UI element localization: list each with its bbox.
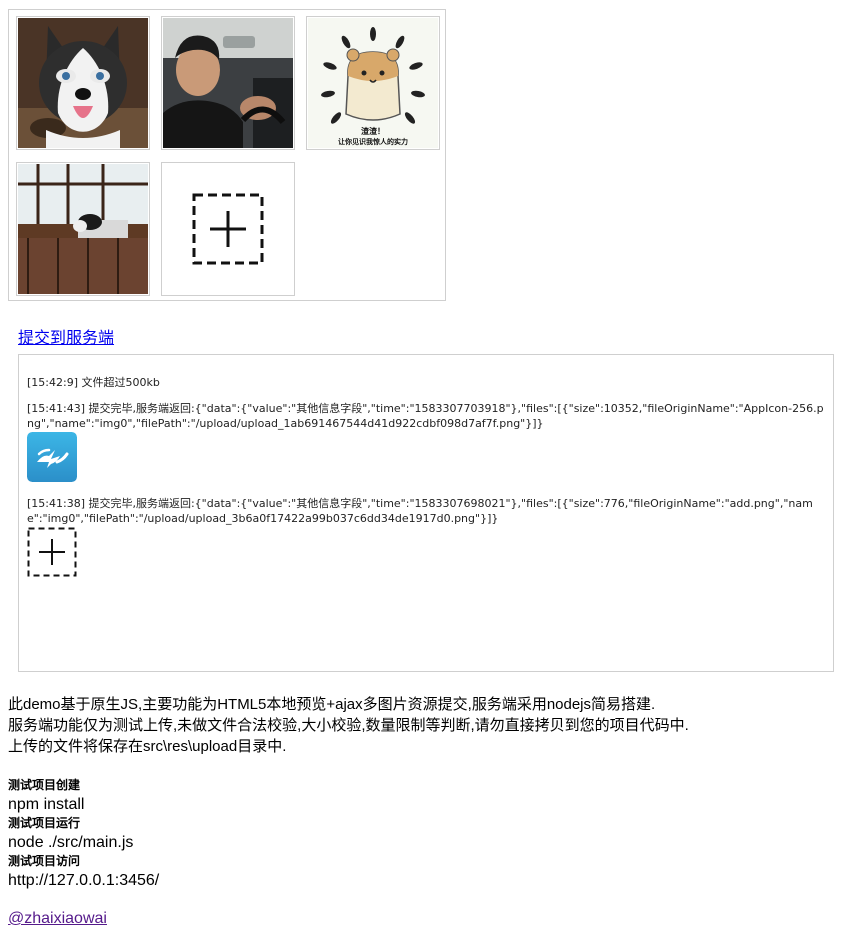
husky-dog-photo-icon bbox=[18, 18, 148, 148]
image-preview-grid: 渣渣！ 让你见识我惊人的实力 bbox=[8, 9, 446, 301]
description: 此demo基于原生JS,主要功能为HTML5本地预览+ajax多图片资源提交,服… bbox=[8, 694, 689, 757]
app-icon bbox=[27, 432, 77, 482]
preview-image-hamster-meme[interactable]: 渣渣！ 让你见识我惊人的实力 bbox=[306, 16, 440, 150]
add-plus-icon bbox=[192, 193, 264, 265]
test-steps: 测试项目创建 npm install 测试项目运行 node ./src/mai… bbox=[8, 778, 159, 892]
step-heading-run: 测试项目运行 bbox=[8, 816, 81, 830]
author-link[interactable]: @zhaixiaowai bbox=[8, 910, 107, 928]
submit-to-server-link[interactable]: 提交到服务端 bbox=[18, 324, 114, 348]
uploaded-app-icon bbox=[27, 432, 77, 482]
man-in-car-photo-icon bbox=[163, 18, 293, 148]
upload-log-panel: [15:42:9] 文件超过500kb [15:41:43] 提交完毕,服务端返… bbox=[18, 354, 834, 672]
log-entry: [15:41:38] 提交完毕,服务端返回:{"data":{"value":"… bbox=[27, 497, 813, 525]
step-heading-create: 测试项目创建 bbox=[8, 778, 81, 792]
step-command-run: node ./src/main.js bbox=[8, 834, 134, 851]
meme-caption-line1: 渣渣！ bbox=[361, 126, 385, 136]
preview-image-man-in-car[interactable] bbox=[161, 16, 295, 150]
log-entry: [15:41:43] 提交完毕,服务端返回:{"data":{"value":"… bbox=[27, 402, 824, 430]
preview-image-room-with-dog[interactable] bbox=[16, 162, 150, 296]
hamster-meme-image-icon: 渣渣！ 让你见识我惊人的实力 bbox=[308, 18, 438, 148]
description-line: 服务端功能仅为测试上传,未做文件合法校验,大小校验,数量限制等判断,请勿直接拷贝… bbox=[8, 717, 689, 734]
log-entry: [15:42:9] 文件超过500kb bbox=[27, 376, 160, 389]
room-with-dog-photo-icon bbox=[18, 164, 148, 294]
step-heading-visit: 测试项目访问 bbox=[8, 854, 81, 868]
add-plus-icon bbox=[27, 527, 77, 577]
preview-image-husky[interactable] bbox=[16, 16, 150, 150]
meme-caption-line2: 让你见识我惊人的实力 bbox=[338, 137, 408, 146]
step-url-visit: http://127.0.0.1:3456/ bbox=[8, 872, 160, 889]
step-command-install: npm install bbox=[8, 796, 85, 813]
description-line: 上传的文件将保存在src\res\upload目录中. bbox=[8, 738, 287, 755]
uploaded-add-icon bbox=[27, 527, 77, 577]
add-image-button[interactable] bbox=[161, 162, 295, 296]
description-line: 此demo基于原生JS,主要功能为HTML5本地预览+ajax多图片资源提交,服… bbox=[8, 696, 656, 713]
